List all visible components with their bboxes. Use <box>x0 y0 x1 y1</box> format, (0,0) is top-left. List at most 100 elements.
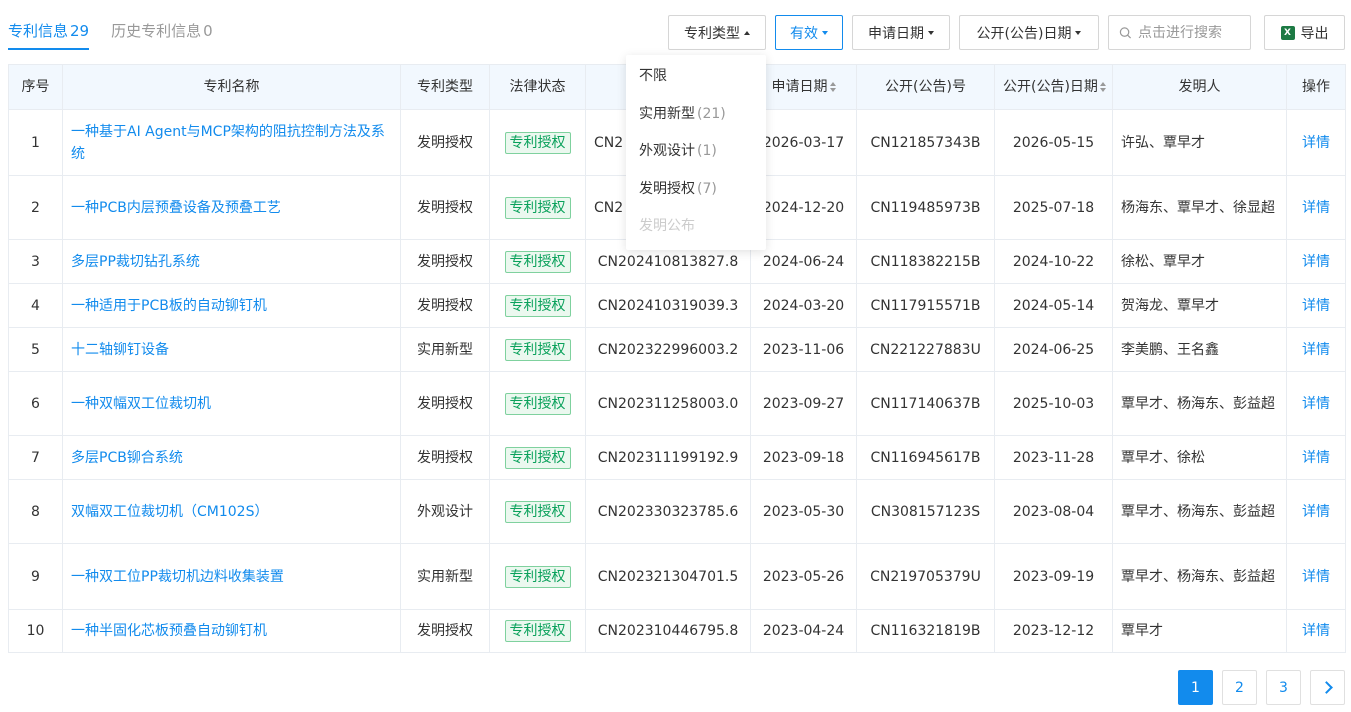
dropdown-item-invention-grant[interactable]: 发明授权 (7) <box>626 171 766 209</box>
cell-status: 专利授权 <box>489 543 586 610</box>
page-button-2[interactable]: 2 <box>1222 670 1257 705</box>
cell-index: 2 <box>8 175 63 240</box>
publish-date-filter[interactable]: 公开(公告)日期 <box>959 15 1099 50</box>
patent-name-link[interactable]: 双幅双工位裁切机（CM102S） <box>62 479 401 544</box>
table-row: 9 一种双工位PP裁切机边料收集装置 实用新型 专利授权 CN202321304… <box>8 543 1346 610</box>
dropdown-item-any[interactable]: 不限 <box>626 58 766 96</box>
detail-link[interactable]: 详情 <box>1286 239 1346 284</box>
detail-link[interactable]: 详情 <box>1286 543 1346 610</box>
cell-inventor: 覃早才、徐松 <box>1112 435 1287 480</box>
detail-link[interactable]: 详情 <box>1286 479 1346 544</box>
header-publish-date[interactable]: 公开(公告)日期 <box>994 64 1113 110</box>
patent-name-link[interactable]: 多层PP裁切钻孔系统 <box>62 239 401 284</box>
dropdown-item-label: 不限 <box>639 68 667 84</box>
patent-name-link[interactable]: 一种双工位PP裁切机边料收集装置 <box>62 543 401 610</box>
detail-link[interactable]: 详情 <box>1286 371 1346 436</box>
dropdown-item-label: 外观设计 <box>639 143 695 159</box>
filter-label: 专利类型 <box>684 25 740 42</box>
cell-index: 7 <box>8 435 63 480</box>
status-badge: 专利授权 <box>504 250 571 273</box>
cell-type: 发明授权 <box>400 283 490 328</box>
status-badge: 专利授权 <box>504 338 571 361</box>
table-row: 7 多层PCB铆合系统 发明授权 专利授权 CN202311199192.9 2… <box>8 435 1346 480</box>
cell-type: 发明授权 <box>400 109 490 176</box>
cell-publish-no: CN121857343B <box>856 109 995 176</box>
dropdown-item-utility-model[interactable]: 实用新型 (21) <box>626 96 766 134</box>
export-button[interactable]: X 导出 <box>1264 15 1345 50</box>
status-badge: 专利授权 <box>504 565 571 588</box>
header-apply-date[interactable]: 申请日期 <box>750 64 857 110</box>
cell-type: 发明授权 <box>400 609 490 653</box>
excel-icon: X <box>1280 25 1295 40</box>
cell-apply-no: CN202311258003.0 <box>585 371 751 436</box>
cell-inventor: 覃早才、杨海东、彭益超 <box>1112 479 1287 544</box>
cell-index: 6 <box>8 371 63 436</box>
cell-publish-no: CN118382215B <box>856 239 995 284</box>
cell-status: 专利授权 <box>489 109 586 176</box>
cell-inventor: 贺海龙、覃早才 <box>1112 283 1287 328</box>
dropdown-item-design[interactable]: 外观设计 (1) <box>626 133 766 171</box>
status-filter[interactable]: 有效 <box>775 15 843 50</box>
cell-apply-date: 2024-12-20 <box>750 175 857 240</box>
cell-status: 专利授权 <box>489 327 586 372</box>
patent-type-filter[interactable]: 专利类型 <box>668 15 766 50</box>
apply-date-filter[interactable]: 申请日期 <box>852 15 950 50</box>
cell-apply-date: 2023-09-27 <box>750 371 857 436</box>
cell-apply-no: CN202322996003.2 <box>585 327 751 372</box>
patent-name-link[interactable]: 一种半固化芯板预叠自动铆钉机 <box>62 609 401 653</box>
patent-name-link[interactable]: 一种适用于PCB板的自动铆钉机 <box>62 283 401 328</box>
header-legal-status: 法律状态 <box>489 64 586 110</box>
header-type: 专利类型 <box>400 64 490 110</box>
cell-publish-no: CN116945617B <box>856 435 995 480</box>
status-badge: 专利授权 <box>504 500 571 523</box>
caret-down-icon <box>822 30 828 35</box>
cell-type: 外观设计 <box>400 479 490 544</box>
status-badge: 专利授权 <box>504 196 571 219</box>
dropdown-item-count: (21) <box>697 105 726 122</box>
cell-status: 专利授权 <box>489 175 586 240</box>
page-button-3[interactable]: 3 <box>1266 670 1301 705</box>
patent-name-link[interactable]: 多层PCB铆合系统 <box>62 435 401 480</box>
detail-link[interactable]: 详情 <box>1286 175 1346 240</box>
status-badge: 专利授权 <box>504 446 571 469</box>
cell-publish-date: 2023-09-19 <box>994 543 1113 610</box>
cell-inventor: 李美鹏、王名鑫 <box>1112 327 1287 372</box>
next-page-button[interactable] <box>1310 670 1345 705</box>
patent-name-link[interactable]: 一种PCB内层预叠设备及预叠工艺 <box>62 175 401 240</box>
tab-history-patent-info[interactable]: 历史专利信息 0 <box>111 20 213 50</box>
detail-link[interactable]: 详情 <box>1286 327 1346 372</box>
page-button-1[interactable]: 1 <box>1178 670 1213 705</box>
cell-apply-date: 2023-11-06 <box>750 327 857 372</box>
detail-link[interactable]: 详情 <box>1286 435 1346 480</box>
caret-down-icon <box>1075 30 1082 35</box>
header-inventor: 发明人 <box>1112 64 1287 110</box>
cell-status: 专利授权 <box>489 435 586 480</box>
cell-inventor: 覃早才、杨海东、彭益超 <box>1112 371 1287 436</box>
dropdown-item-count: (1) <box>697 143 717 159</box>
dropdown-item-label: 发明公布 <box>639 218 695 234</box>
patent-name-link[interactable]: 一种基于AI Agent与MCP架构的阻抗控制方法及系统 <box>62 109 401 176</box>
cell-type: 实用新型 <box>400 543 490 610</box>
status-badge: 专利授权 <box>504 131 571 154</box>
caret-up-icon <box>744 30 750 35</box>
patent-name-link[interactable]: 十二轴铆钉设备 <box>62 327 401 372</box>
cell-index: 1 <box>8 109 63 176</box>
detail-link[interactable]: 详情 <box>1286 283 1346 328</box>
cell-type: 发明授权 <box>400 435 490 480</box>
cell-apply-date: 2024-06-24 <box>750 239 857 284</box>
tab-count: 0 <box>203 22 213 40</box>
sort-icon <box>1099 82 1106 92</box>
patent-name-link[interactable]: 一种双幅双工位裁切机 <box>62 371 401 436</box>
header-label: 申请日期 <box>771 79 828 95</box>
search-input[interactable] <box>1138 24 1250 41</box>
detail-link[interactable]: 详情 <box>1286 609 1346 653</box>
cell-publish-no: CN117915571B <box>856 283 995 328</box>
tab-bar: 专利信息 29 历史专利信息 0 <box>8 20 213 50</box>
detail-link[interactable]: 详情 <box>1286 109 1346 176</box>
tab-patent-info[interactable]: 专利信息 29 <box>8 20 90 50</box>
cell-inventor: 覃早才、杨海东、彭益超 <box>1112 543 1287 610</box>
tab-count: 29 <box>70 22 90 40</box>
cell-publish-date: 2024-05-14 <box>994 283 1113 328</box>
cell-apply-date: 2023-05-30 <box>750 479 857 544</box>
cell-publish-no: CN308157123S <box>856 479 995 544</box>
